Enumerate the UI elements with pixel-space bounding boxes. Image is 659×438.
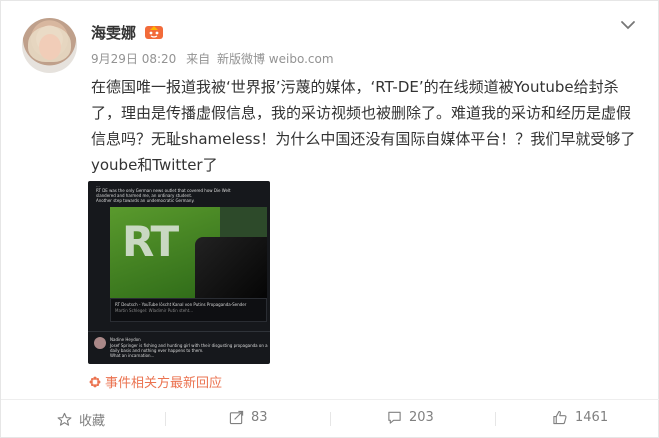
post-via-label: 来自 <box>186 52 211 66</box>
favorite-button[interactable]: 收藏 <box>57 410 105 429</box>
reply-avatar <box>94 337 106 349</box>
post-image[interactable]: ... RT DE was the only German news outle… <box>88 181 270 364</box>
related-response-link[interactable]: 事件相关方最新回应 <box>89 372 222 391</box>
action-bar-divider <box>1 399 659 400</box>
action-separator <box>165 412 166 426</box>
reply-text-line: What an incarnation... <box>110 353 155 358</box>
flower-icon <box>89 376 101 388</box>
star-icon <box>57 412 72 426</box>
rt-logo: RT <box>122 217 179 266</box>
chevron-down-icon[interactable] <box>620 19 636 31</box>
image-link-card: RT Deutsch - YouTube löscht Kanal von Pu… <box>110 298 267 322</box>
post-timestamp[interactable]: 9月29日 08:20 <box>91 52 176 66</box>
image-divider <box>88 331 270 332</box>
avatar-face <box>39 34 61 60</box>
favorite-label: 收藏 <box>79 414 106 429</box>
reply-username: Nadine Heydon <box>110 337 141 342</box>
related-response-label: 事件相关方最新回应 <box>105 376 223 391</box>
comment-icon <box>388 411 401 424</box>
camera-silhouette <box>195 237 267 298</box>
image-photo: RT <box>110 207 267 298</box>
thumbs-up-icon <box>553 410 567 425</box>
share-icon <box>229 410 244 425</box>
image-text-line: Another step towards an undemocratic Ger… <box>96 198 195 203</box>
comment-count: 203 <box>409 410 434 425</box>
post-meta: 9月29日 08:20 来自 新版微博 weibo.com <box>91 50 340 67</box>
post-text: 在德国唯一报道我被‘世界报’污蔑的媒体，‘RT-DE’的在线频道被Youtube… <box>91 78 636 174</box>
comment-button[interactable]: 203 <box>387 410 434 425</box>
action-separator <box>495 412 496 426</box>
post-source[interactable]: 新版微博 weibo.com <box>217 52 334 66</box>
link-card-subtitle: Martin Schlegel: Wladimir Putin steht... <box>115 308 194 313</box>
like-button[interactable]: 1461 <box>552 410 608 425</box>
vip-badge-icon[interactable] <box>144 24 164 40</box>
repost-count: 83 <box>251 410 268 425</box>
username[interactable]: 海雯娜 <box>91 22 136 43</box>
action-separator <box>330 412 331 426</box>
repost-button[interactable]: 83 <box>229 410 268 425</box>
user-avatar[interactable] <box>22 18 77 73</box>
link-card-title: RT Deutsch - YouTube löscht Kanal von Pu… <box>115 302 247 307</box>
like-count: 1461 <box>575 410 609 425</box>
weibo-post-card: 海雯娜 9月29日 08:20 来自 新版微博 weibo.com 在德国唯一报… <box>0 0 659 438</box>
